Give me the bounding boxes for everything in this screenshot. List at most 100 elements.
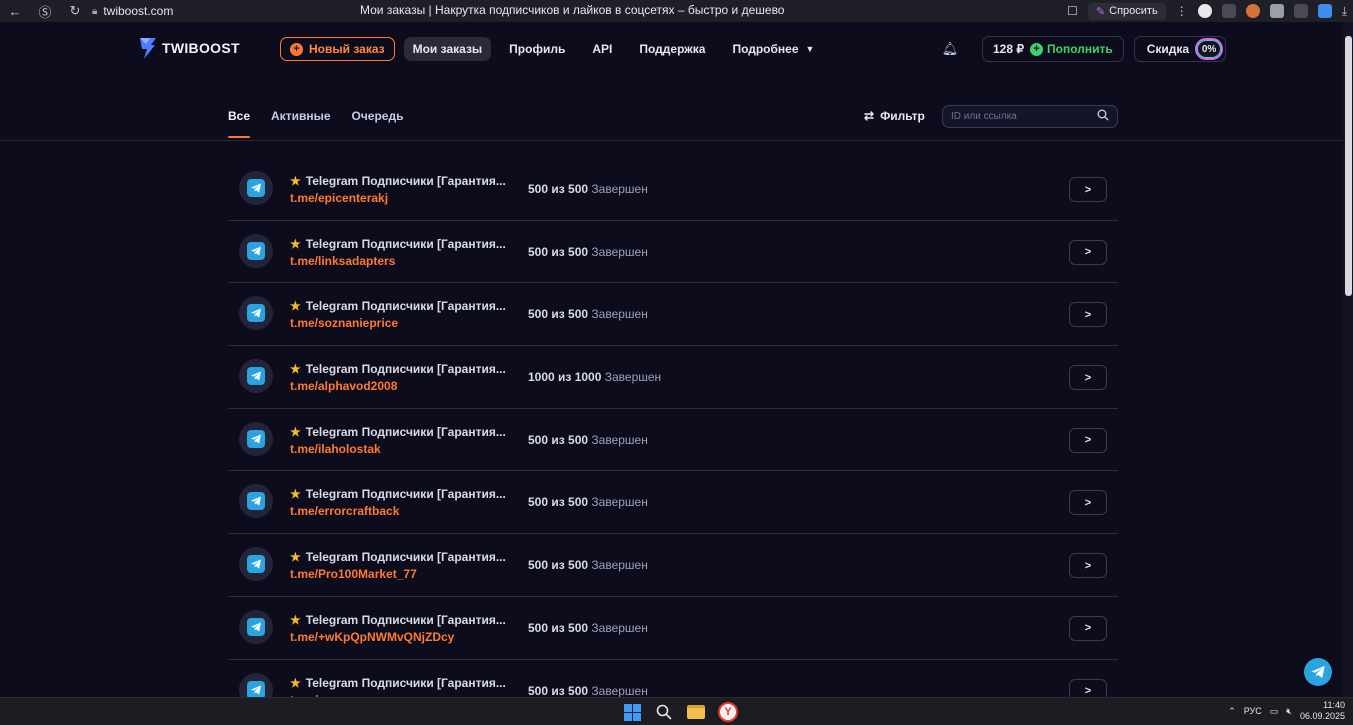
volume-icon[interactable]: 🔇︎ (1286, 706, 1292, 717)
clock[interactable]: 11:40 06.09.2025 (1300, 700, 1345, 722)
discount-widget[interactable]: Скидка 0% (1133, 36, 1227, 62)
extension-5-icon[interactable] (1293, 4, 1308, 18)
telegram-icon (247, 179, 265, 197)
order-status: Завершен (591, 307, 648, 322)
nav-more-dropdown[interactable]: Подробнее ▼ (723, 37, 823, 61)
order-details-button[interactable]: > (1069, 302, 1107, 328)
order-title-text: Telegram Подписчики [Гарантия... (305, 299, 506, 314)
search-icon[interactable] (654, 702, 674, 722)
star-icon: ★ (290, 362, 301, 377)
extension-2-icon[interactable] (1221, 4, 1236, 18)
order-title: ★ Telegram Подписчики [Гарантия... (290, 676, 506, 690)
order-details-button[interactable]: > (1069, 615, 1107, 641)
order-details-button[interactable]: > (1069, 490, 1107, 516)
ask-label: Спросить (1109, 5, 1158, 17)
topup-button[interactable]: + Пополнить (1030, 42, 1113, 56)
main-nav: + Новый заказ Мои заказы Профиль API Под… (280, 37, 823, 61)
discount-value: 0% (1195, 38, 1224, 60)
order-title: ★ Telegram Подписчики [Гарантия... (290, 237, 506, 251)
yandex-browser-icon[interactable]: Y (718, 702, 738, 722)
windows-start-icon[interactable] (622, 702, 642, 722)
nav-my-orders[interactable]: Мои заказы (403, 37, 492, 61)
order-row: ★ Telegram Подписчики [Гарантия... t.me/… (228, 158, 1118, 221)
order-link[interactable]: t.me/ilaholostak (290, 442, 381, 456)
star-icon: ★ (290, 675, 301, 690)
order-link[interactable]: t.me/+wKpQpNWMvQNjZDcy (290, 630, 454, 644)
chevron-right-icon: > (1084, 496, 1092, 509)
order-details-button[interactable]: > (1069, 365, 1107, 391)
order-details-button[interactable]: > (1069, 553, 1107, 579)
tab-queue[interactable]: Очередь (352, 109, 404, 138)
order-count: 500 из 500 (528, 620, 589, 635)
scrollbar-thumb[interactable] (1345, 36, 1352, 296)
order-title: ★ Telegram Подписчики [Гарантия... (290, 174, 506, 188)
new-order-label: Новый заказ (309, 42, 385, 56)
reload-icon[interactable]: ↻ (60, 3, 90, 19)
ask-button[interactable]: ✎ Спросить (1087, 2, 1166, 20)
order-details-button[interactable]: > (1069, 239, 1107, 265)
telegram-support-button[interactable] (1304, 658, 1332, 686)
order-link[interactable]: t.me/errorcraftback (290, 504, 399, 518)
order-progress: 500 из 500 Завершен (528, 307, 648, 321)
order-link[interactable]: t.me/linksadapters (290, 254, 395, 268)
chevron-right-icon: > (1084, 308, 1092, 321)
address-bar[interactable]: 🔒︎ twiboost.com (92, 4, 173, 18)
download-icon[interactable]: ⤓ (1342, 4, 1347, 19)
nav-profile[interactable]: Профиль (500, 37, 574, 61)
order-title: ★ Telegram Подписчики [Гарантия... (290, 550, 506, 564)
bookmark-icon[interactable]: ☐ (1067, 4, 1078, 18)
search-box (942, 105, 1118, 128)
order-link[interactable]: t.me/epicenterakj (290, 191, 388, 205)
more-icon[interactable]: ⋮ (1176, 4, 1188, 18)
tab-all[interactable]: Все (228, 109, 251, 138)
telegram-icon (247, 555, 265, 574)
order-title: ★ Telegram Подписчики [Гарантия... (290, 425, 506, 439)
balance-amount: 128 ₽ (993, 42, 1024, 56)
topup-label: Пополнить (1047, 42, 1113, 56)
nav-api[interactable]: API (583, 37, 621, 61)
order-status: Завершен (604, 370, 662, 385)
search-input[interactable] (951, 111, 1091, 122)
tray-chevron-up-icon[interactable]: ⌃ (1228, 706, 1236, 717)
order-details-button[interactable]: > (1069, 177, 1107, 202)
order-link[interactable]: t.me/alphavod2008 (290, 379, 397, 393)
order-details-button[interactable]: > (1069, 427, 1107, 453)
logo[interactable]: TWIBOOST (138, 36, 240, 60)
extension-1-icon[interactable] (1197, 4, 1212, 18)
filter-button[interactable]: ⇄ Фильтр (864, 109, 925, 123)
chevron-right-icon: > (1084, 246, 1092, 259)
extension-4-icon[interactable] (1269, 4, 1284, 18)
back-icon[interactable]: ← (0, 4, 30, 19)
tab-active[interactable]: Активные (271, 109, 330, 138)
order-link[interactable]: t.me/soznanieprice (290, 316, 398, 330)
extension-3-icon[interactable] (1245, 4, 1260, 18)
nav-support[interactable]: Поддержка (630, 37, 714, 61)
order-row: ★ Telegram Подписчики [Гарантия... t.me/… (228, 346, 1118, 409)
file-explorer-icon[interactable] (686, 702, 706, 722)
plus-circle-icon: + (1030, 42, 1043, 56)
new-order-button[interactable]: + Новый заказ (280, 37, 395, 61)
order-title-text: Telegram Подписчики [Гарантия... (305, 174, 506, 188)
url-text: twiboost.com (103, 4, 174, 18)
shield-icon[interactable]: Ⓢ (30, 2, 60, 21)
order-title: ★ Telegram Подписчики [Гарантия... (290, 487, 506, 501)
discount-label: Скидка (1146, 42, 1190, 56)
chevron-right-icon: > (1084, 371, 1092, 384)
sparkle-icon: ✎ (1095, 5, 1106, 18)
language-indicator[interactable]: РУС (1244, 706, 1262, 716)
search-icon[interactable] (1097, 109, 1109, 124)
logo-text: TWIBOOST (162, 40, 240, 56)
order-row: ★ Telegram Подписчики [Гарантия... t.me/… (228, 471, 1118, 535)
chevron-right-icon: > (1084, 685, 1092, 697)
nav-label: Профиль (509, 42, 566, 56)
browser-toolbar: ← Ⓢ ↻ 🔒︎ twiboost.com Мои заказы | Накру… (0, 0, 1353, 22)
network-icon[interactable]: ▭ (1270, 706, 1279, 717)
order-link[interactable]: t.me/Pro100Market_77 (290, 567, 417, 581)
taskbar: Y ⌃ РУС ▭ 🔇︎ 11:40 06.09.2025 (0, 697, 1353, 725)
bell-icon[interactable]: 🔔︎ (940, 41, 960, 57)
page-scrollbar[interactable] (1343, 22, 1353, 697)
balance-widget[interactable]: 128 ₽ + Пополнить (982, 36, 1124, 62)
extension-6-icon[interactable] (1317, 4, 1332, 18)
order-service-icon (239, 421, 273, 456)
chevron-down-icon: ▼ (805, 44, 815, 54)
